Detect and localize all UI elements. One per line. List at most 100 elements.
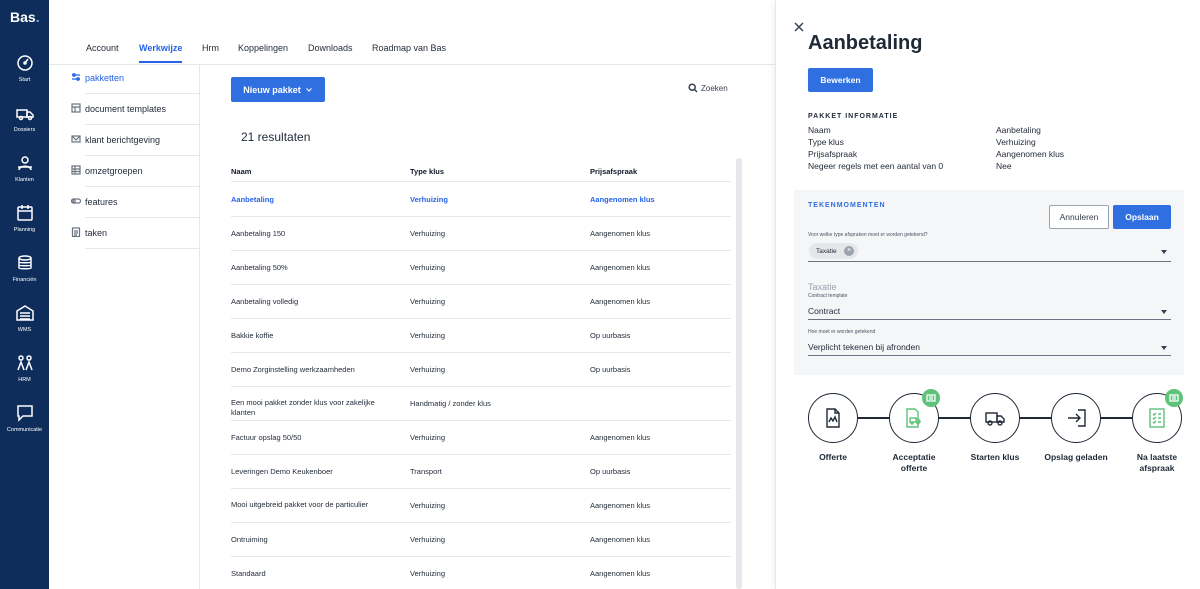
subnav-item-label: klant berichtgeving bbox=[85, 135, 161, 145]
contract-template-select[interactable]: Contract bbox=[808, 306, 840, 316]
sidebar-item-wms[interactable]: WMS bbox=[0, 304, 49, 346]
new-package-button[interactable]: Nieuw pakket bbox=[231, 77, 325, 102]
flow-step-label: Na laatste afspraak bbox=[1136, 452, 1178, 473]
table-row[interactable]: Aanbetaling Verhuizing Aangenomen klus bbox=[231, 183, 731, 217]
sidebar-item-financien[interactable]: Financiën bbox=[0, 254, 49, 296]
sidebar-item-communicatie[interactable]: Communicatie bbox=[0, 404, 49, 446]
remove-chip-icon[interactable]: × bbox=[844, 246, 854, 256]
sidebar-item-label: HRM bbox=[18, 377, 31, 383]
tab-downloads[interactable]: Downloads bbox=[308, 43, 353, 61]
table-row[interactable]: Ontruiming Verhuizing Aangenomen klus bbox=[231, 523, 731, 557]
flow-step-label: Opslag geladen bbox=[1044, 452, 1108, 462]
contract-template-dropdown[interactable] bbox=[1161, 310, 1167, 314]
cell-type-klus: Verhuizing bbox=[410, 195, 448, 204]
table-row[interactable]: Een mooi pakket zonder klus voor zakelij… bbox=[231, 387, 731, 421]
cell-naam: Standaard bbox=[231, 569, 266, 578]
subnav-item-taken[interactable]: taken bbox=[71, 218, 200, 249]
subnav-item-label: features bbox=[85, 197, 118, 207]
sidebar-item-klanten[interactable]: Klanten bbox=[0, 154, 49, 196]
cell-naam: Aanbetaling 50% bbox=[231, 263, 288, 272]
panel-title: Aanbetaling bbox=[808, 32, 923, 54]
results-count: 21 resultaten bbox=[241, 130, 311, 144]
table-row[interactable]: Aanbetaling volledig Verhuizing Aangenomen… bbox=[231, 285, 731, 319]
sidebar-item-hrm[interactable]: HRM bbox=[0, 354, 49, 396]
cancel-button[interactable]: Annuleren bbox=[1049, 205, 1109, 229]
flow-step-label: Starten klus bbox=[970, 452, 1020, 462]
table-row[interactable]: Standaard Verhuizing Aangenomen klus bbox=[231, 557, 731, 589]
truck-icon bbox=[15, 109, 34, 121]
search-button[interactable]: Zoeken bbox=[688, 83, 728, 93]
contract-template-label: Contract template bbox=[808, 293, 848, 299]
tab-account[interactable]: Account bbox=[86, 43, 119, 61]
contract-template-field[interactable] bbox=[808, 319, 1171, 320]
truck-icon bbox=[985, 412, 1005, 426]
appointment-types-dropdown[interactable] bbox=[1161, 250, 1167, 254]
subnav-item-features[interactable]: features bbox=[70, 187, 200, 218]
cell-prijsafspraak: Op uurbasis bbox=[590, 365, 631, 374]
table-row[interactable]: Bakkie koffie Verhuizing Op uurbasis bbox=[231, 319, 731, 353]
clipboard-icon bbox=[71, 227, 81, 238]
subnav-item-label: taken bbox=[85, 228, 108, 238]
column-header-naam[interactable]: Naam bbox=[231, 167, 251, 176]
appointment-types-field[interactable] bbox=[808, 261, 1171, 262]
step-active-badge bbox=[922, 389, 940, 407]
signing-method-field[interactable] bbox=[808, 355, 1171, 356]
template-icon bbox=[71, 103, 81, 113]
table-row[interactable]: Leveringen Demo Keukenboer Transport Op uu… bbox=[231, 455, 731, 489]
tab-hrm[interactable]: Hrm bbox=[202, 43, 219, 61]
table-row[interactable]: Demo Zorginstelling werkzaamheden Verhuiz… bbox=[231, 353, 731, 387]
sidebar-item-start[interactable]: Start bbox=[0, 54, 49, 96]
tab-werkwijze[interactable]: Werkwijze bbox=[139, 43, 183, 63]
cell-naam: Mooi uitgebreid pakket voor de particuli… bbox=[231, 500, 369, 509]
cell-naam: Aanbetaling volledig bbox=[231, 297, 299, 306]
subnav-item-klant-berichtgeving[interactable]: klant berichtgeving bbox=[71, 125, 200, 156]
edit-button[interactable]: Bewerken bbox=[808, 68, 873, 92]
subnav-item-omzetgroepen[interactable]: omzetgroepen bbox=[71, 156, 200, 187]
table-scrollbar[interactable] bbox=[736, 158, 742, 589]
step-active-badge bbox=[1165, 389, 1183, 407]
cell-type-klus: Transport bbox=[410, 467, 442, 476]
cell-naam: Een mooi pakket zonder klus voor zakelij… bbox=[231, 398, 375, 417]
subnav-item-label: omzetgroepen bbox=[85, 166, 143, 176]
logo[interactable]: Bas. bbox=[10, 9, 40, 25]
table-header: Naam Type klus Prijsafspraak bbox=[231, 163, 731, 182]
coins-icon bbox=[17, 255, 32, 270]
settings-tabs: Account Werkwijze Hrm Koppelingen Downlo… bbox=[49, 34, 775, 65]
tab-roadmap[interactable]: Roadmap van Bas bbox=[372, 43, 446, 61]
sidebar-item-label: Dossiers bbox=[13, 127, 36, 133]
table-row[interactable]: Factuur opslag 50/50 Verhuizing Aangenomen… bbox=[231, 421, 731, 455]
cell-naam: Demo Zorginstelling werkzaamheden bbox=[231, 365, 355, 374]
chat-icon bbox=[16, 405, 33, 422]
table-row[interactable]: Aanbetaling 50% Verhuizing Aangenomen klus bbox=[231, 251, 731, 285]
users-icon bbox=[17, 156, 32, 171]
cell-prijsafspraak: Aangenomen klus bbox=[590, 501, 651, 510]
table-row[interactable]: Mooi uitgebreid pakket voor de particuli… bbox=[231, 489, 731, 523]
save-button[interactable]: Opslaan bbox=[1113, 205, 1171, 229]
appointment-type-chip: Taxatie × bbox=[809, 243, 858, 259]
column-header-prijsafspraak[interactable]: Prijsafspraak bbox=[590, 167, 637, 176]
flow-step-2[interactable] bbox=[970, 393, 1020, 443]
sidebar-item-label: Communicatie bbox=[6, 427, 43, 433]
warehouse-icon bbox=[15, 305, 34, 321]
cell-naam: Bakkie koffie bbox=[231, 331, 274, 340]
flow-step-label: Acceptatie offerte bbox=[892, 452, 936, 473]
signing-method-select[interactable]: Verplicht tekenen bij afronden bbox=[808, 342, 920, 352]
sidebar-item-planning[interactable]: Planning bbox=[0, 204, 49, 246]
table-row[interactable]: Aanbetaling 150 Verhuizing Aangenomen klus bbox=[231, 217, 731, 251]
cell-type-klus: Verhuizing bbox=[410, 365, 446, 374]
subnav-item-document-templates[interactable]: document templates bbox=[71, 94, 200, 125]
signing-method-dropdown[interactable] bbox=[1161, 346, 1167, 350]
cell-type-klus: Verhuizing bbox=[410, 331, 446, 340]
werkwijze-subnav: pakketten document templates klant beric… bbox=[49, 65, 200, 589]
column-header-type-klus[interactable]: Type klus bbox=[410, 167, 444, 176]
close-icon bbox=[794, 22, 804, 32]
subnav-item-pakketten[interactable]: pakketten bbox=[72, 63, 200, 94]
flow-step-3[interactable] bbox=[1051, 393, 1101, 443]
list-icon bbox=[1169, 394, 1179, 402]
tab-koppelingen[interactable]: Koppelingen bbox=[238, 43, 288, 61]
flow-step-0[interactable] bbox=[808, 393, 858, 443]
sidebar-item-dossiers[interactable]: Dossiers bbox=[0, 104, 49, 146]
document-chart-icon bbox=[826, 408, 840, 428]
cell-prijsafspraak: Aangenomen klus bbox=[590, 535, 651, 544]
close-panel-button[interactable] bbox=[793, 18, 805, 32]
